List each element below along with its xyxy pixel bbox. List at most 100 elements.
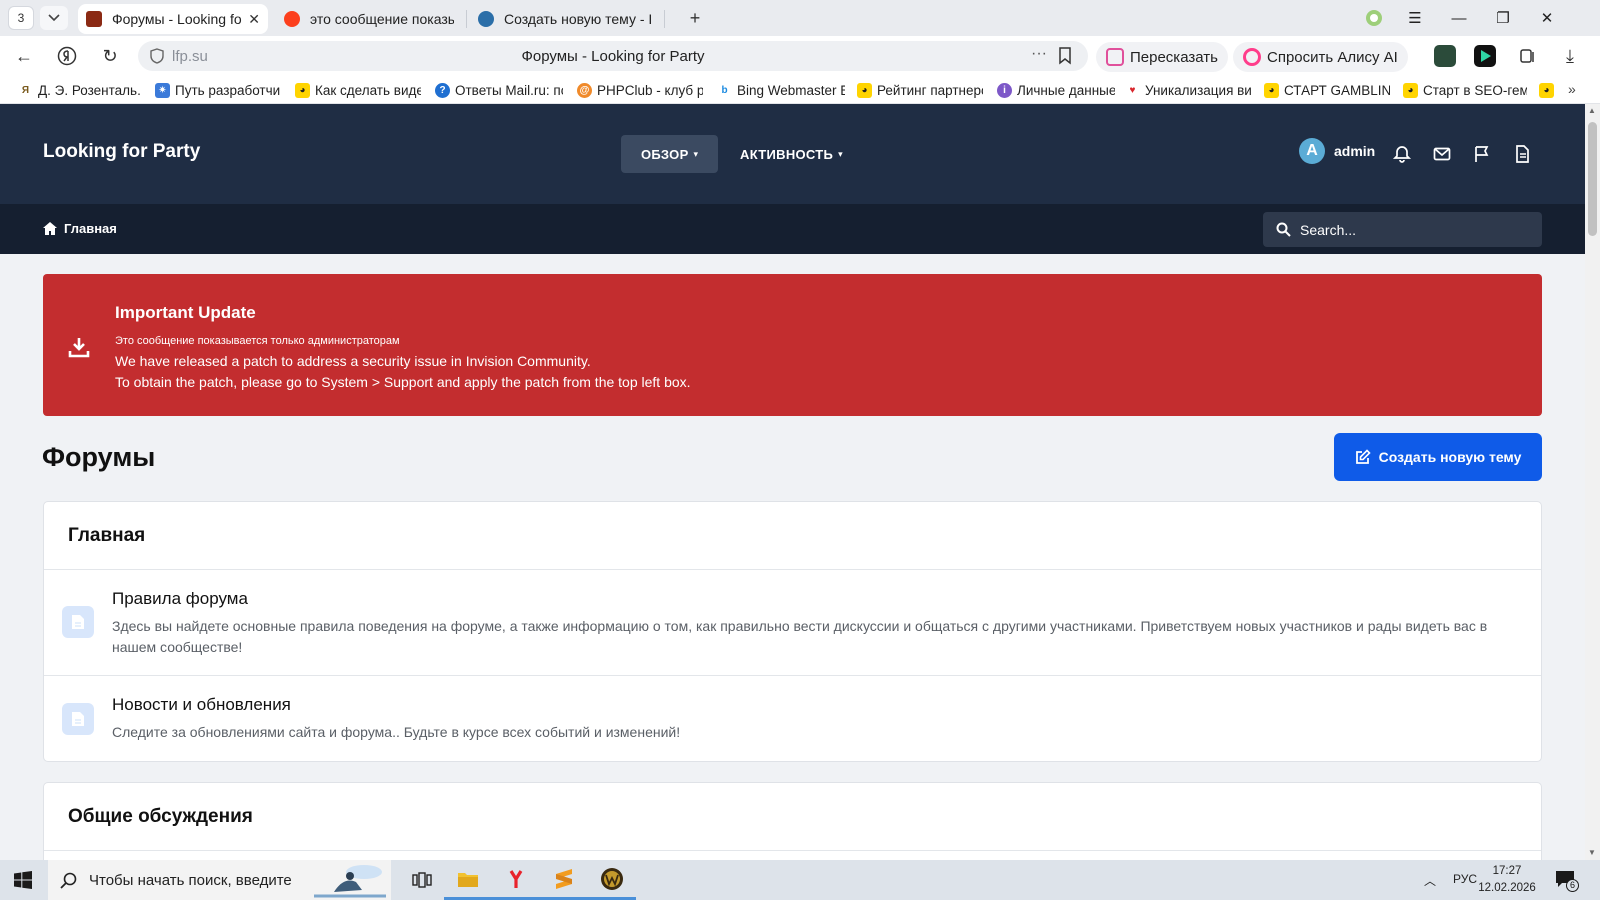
tab-yandex-search[interactable]: это сообщение показывается только админи… — [276, 4, 462, 34]
nav-overview[interactable]: ОБЗОР ▾ — [621, 135, 719, 173]
bookmark-item[interactable]: @ PHPClub - клуб р — [577, 81, 703, 99]
bookmark-item[interactable]: ◕ — [1539, 81, 1557, 99]
browser-extension-icon[interactable] — [1359, 6, 1389, 30]
nav-activity[interactable]: АКТИВНОСТЬ ▾ — [720, 135, 863, 173]
bookmark-item[interactable]: b Bing Webmaster E — [717, 81, 845, 99]
retell-button[interactable]: Пересказать — [1096, 42, 1228, 72]
close-window-icon[interactable]: ✕ — [1532, 6, 1562, 30]
bookmark-item[interactable]: ♥ Уникализация ви — [1125, 81, 1253, 99]
file-explorer-icon[interactable] — [444, 860, 492, 900]
username: admin — [1334, 143, 1376, 159]
forum-description: Здесь вы найдете основные правила поведе… — [112, 618, 1488, 655]
forum-icon — [62, 703, 94, 735]
system-clock[interactable]: 17:27 12.02.2026 — [1474, 863, 1540, 897]
download-icon[interactable]: ⤓ — [1557, 44, 1583, 68]
tab-title: это сообщение показывается только админи… — [310, 11, 454, 27]
scroll-up-icon[interactable]: ▲ — [1588, 106, 1596, 115]
breadcrumb-home: Главная — [64, 221, 117, 236]
bookmark-item[interactable]: Я Д. Э. Розенталь. С — [18, 81, 140, 99]
flag-icon[interactable] — [1472, 144, 1492, 164]
category-title[interactable]: Главная — [44, 502, 1541, 570]
bookmark-item[interactable]: ◕ Рейтинг партнерс — [857, 81, 983, 99]
search-box[interactable] — [1263, 212, 1542, 247]
breadcrumb[interactable]: Главная — [42, 221, 117, 236]
bookmark-label: Рейтинг партнерс — [877, 82, 983, 98]
windows-start-icon[interactable] — [14, 871, 32, 889]
tab-title: Форумы - Looking for Party — [112, 11, 242, 27]
tab-list-dropdown[interactable] — [40, 6, 68, 30]
new-tab-button[interactable]: + — [683, 7, 707, 29]
tray-expand-icon[interactable]: ︿ — [1424, 872, 1436, 889]
forum-description: Следите за обновлениями сайта и форума..… — [112, 724, 681, 740]
nav-label: АКТИВНОСТЬ — [740, 146, 834, 162]
book-icon: Я — [21, 84, 30, 96]
site-brand[interactable]: Looking for Party — [43, 141, 200, 163]
yandex-icon[interactable] — [54, 44, 80, 68]
ipb-favicon-icon — [478, 11, 494, 27]
bell-icon[interactable] — [1392, 144, 1412, 164]
bookmark-icon[interactable] — [1058, 47, 1072, 65]
collections-icon[interactable] — [1515, 44, 1541, 68]
forum-row[interactable]: Правила форума Здесь вы найдете основные… — [44, 570, 1541, 676]
bookmark-item[interactable]: ◕ Старт в SEO-гем — [1403, 81, 1527, 99]
forum-title[interactable]: Новости и обновления — [112, 695, 291, 715]
bookmark-item[interactable]: ? Ответы Mail.ru: по — [435, 81, 563, 99]
taskbar-search[interactable]: Чтобы начать поиск, введите — [48, 860, 391, 900]
forum-row[interactable]: Новости и обновления Следите за обновлен… — [44, 676, 1541, 762]
bookmark-label: Д. Э. Розенталь. С — [38, 82, 140, 98]
close-icon[interactable]: ✕ — [248, 11, 260, 28]
chevron-down-icon — [48, 14, 60, 22]
scrollbar-thumb[interactable] — [1588, 122, 1597, 236]
alert-title: Important Update — [115, 303, 256, 322]
bookmarks-overflow-icon[interactable]: » — [1568, 81, 1576, 97]
restore-icon[interactable]: ❐ — [1488, 6, 1518, 30]
tab-forums[interactable]: Форумы - Looking for Party ✕ — [78, 4, 268, 34]
retell-icon — [1106, 48, 1124, 66]
envelope-icon[interactable] — [1432, 144, 1452, 164]
gear-icon: ✷ — [155, 82, 170, 98]
extension-icon[interactable] — [1434, 45, 1456, 67]
bookmark-label: Личные данные — [1017, 82, 1115, 98]
page-scrollbar[interactable]: ▲ ▼ — [1585, 104, 1600, 860]
tab-title: Создать новую тему - IPB — [504, 11, 652, 27]
sublime-text-icon[interactable] — [540, 860, 588, 900]
forum-title[interactable]: Правила форума — [112, 589, 248, 609]
task-view-icon[interactable] — [398, 860, 446, 900]
glasses-icon: ◕ — [1539, 82, 1554, 98]
search-input[interactable] — [1300, 212, 1530, 247]
bookmark-item[interactable]: ◕ СТАРТ GAMBLING — [1264, 81, 1390, 99]
reload-icon[interactable]: ↻ — [97, 44, 123, 68]
document-icon[interactable] — [1512, 144, 1532, 164]
minimize-icon[interactable]: — — [1444, 6, 1474, 30]
edit-icon — [1355, 449, 1371, 464]
user-menu[interactable]: A admin — [1299, 138, 1375, 164]
notification-center-icon[interactable]: 6 — [1555, 870, 1579, 892]
scroll-down-icon[interactable]: ▼ — [1588, 848, 1596, 857]
search-highlight-icon — [313, 865, 386, 898]
alert-subtitle: Это сообщение показывается только админи… — [115, 335, 400, 347]
category-card: Общие обсуждения — [43, 782, 1542, 860]
ask-alice-button[interactable]: Спросить Алису AI — [1233, 42, 1408, 72]
create-topic-button[interactable]: Создать новую тему — [1334, 433, 1542, 481]
bird-icon: ♥ — [1129, 84, 1136, 96]
world-of-warcraft-icon[interactable] — [588, 860, 636, 900]
back-icon[interactable]: ← — [11, 44, 37, 68]
search-icon — [1276, 222, 1291, 237]
tab-count-button[interactable]: 3 — [8, 6, 34, 30]
menu-icon[interactable]: ☰ — [1400, 6, 1430, 30]
bookmark-item[interactable]: i Личные данные — [997, 81, 1115, 99]
omnibox[interactable]: lfp.su Форумы - Looking for Party ··· — [138, 41, 1088, 71]
yandex-favicon-icon — [284, 11, 300, 27]
tab-create-topic[interactable]: Создать новую тему - IPB — [470, 4, 660, 34]
more-icon[interactable]: ··· — [1031, 45, 1047, 63]
bookmark-item[interactable]: ✷ Путь разработчика — [155, 81, 281, 99]
yandex-browser-icon[interactable] — [492, 860, 540, 900]
tab-divider — [466, 10, 467, 28]
category-title[interactable]: Общие обсуждения — [44, 783, 1541, 851]
bookmark-item[interactable]: ◕ Как сделать видео — [295, 81, 421, 99]
chevron-down-icon: ▾ — [693, 148, 699, 159]
breadcrumb-bar: Главная — [0, 204, 1585, 254]
play-extension-icon[interactable] — [1474, 45, 1496, 67]
windows-taskbar: Чтобы начать поиск, введите ︿ РУС 17:27 … — [0, 860, 1600, 900]
site-header: Looking for Party ОБЗОР ▾ АКТИВНОСТЬ ▾ A a… — [0, 104, 1585, 204]
